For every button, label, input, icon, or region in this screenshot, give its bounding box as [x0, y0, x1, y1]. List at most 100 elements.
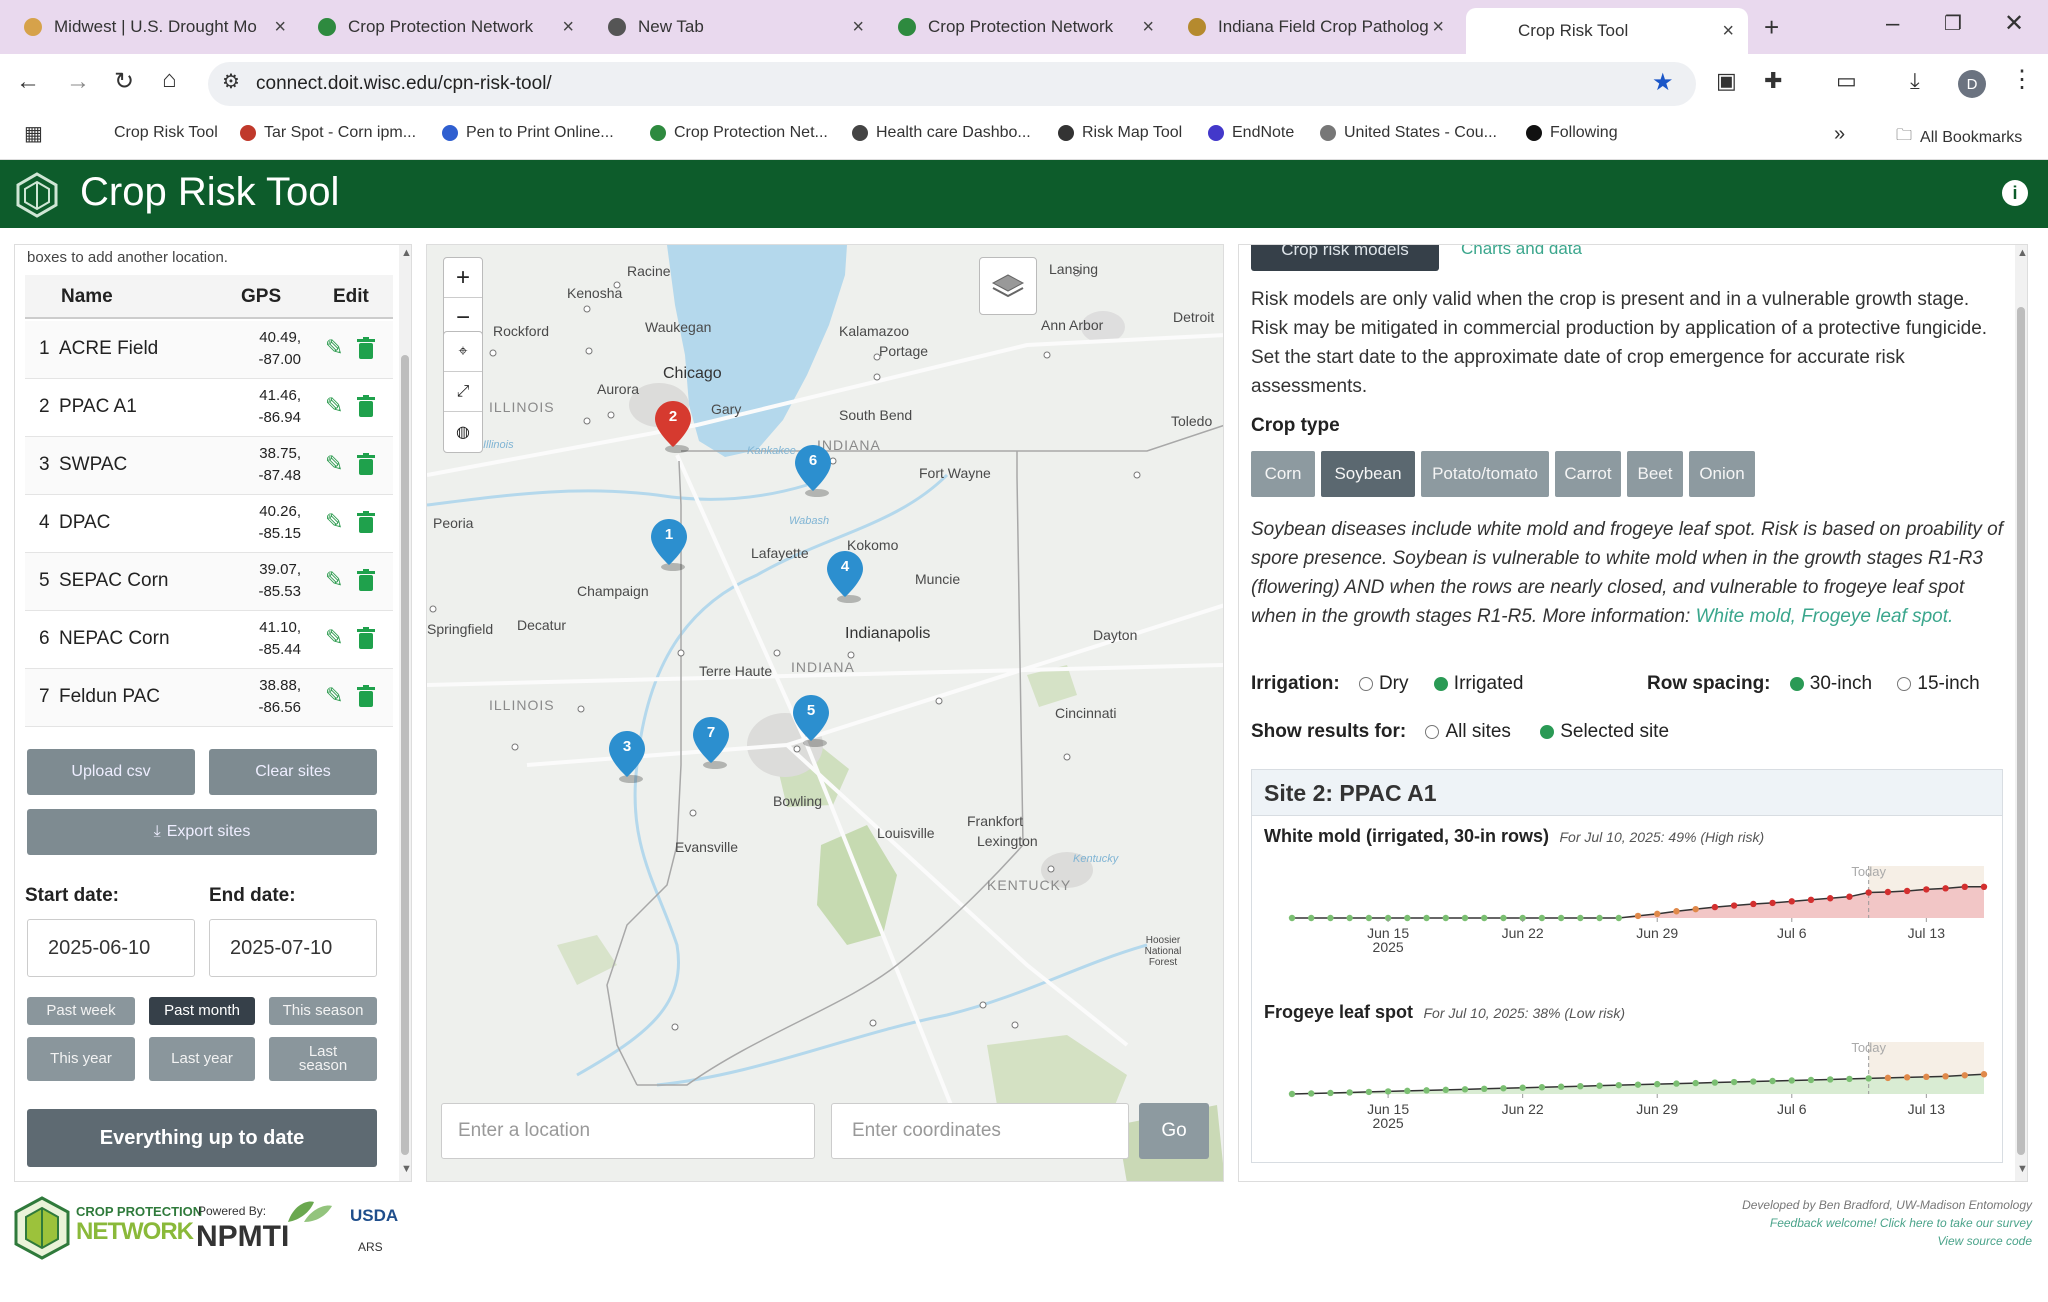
bookmark-item[interactable]: Crop Risk Tool [114, 124, 218, 142]
bookmark-item[interactable]: Health care Dashbo... [852, 124, 1031, 142]
menu-kebab-icon[interactable]: ⋮ [2010, 68, 2034, 92]
delete-trash-icon[interactable] [357, 569, 375, 591]
end-date-input[interactable]: 2025-07-10 [209, 919, 377, 977]
site-row[interactable]: 5 SEPAC Corn 39.07, -85.53 ✎ [25, 553, 393, 611]
address-bar[interactable]: ⚙ connect.doit.wisc.edu/cpn-risk-tool/ ★ [208, 62, 1696, 106]
export-sites-button[interactable]: ⤓ Export sites [27, 809, 377, 855]
crop-corn-button[interactable]: Corn [1251, 451, 1315, 497]
site-row[interactable]: 3 SWPAC 38.75, -87.48 ✎ [25, 437, 393, 495]
translate-icon[interactable]: ▣ [1716, 70, 1737, 92]
preset-past-week[interactable]: Past week [27, 997, 135, 1025]
scroll-up-icon[interactable]: ▲ [401, 247, 411, 259]
browser-tab[interactable]: Indiana Field Crop Patholog × [1176, 8, 1458, 46]
feedback-link[interactable]: Feedback welcome! Click here to take our… [1770, 1216, 2032, 1230]
view-source-link[interactable]: View source code [1938, 1234, 2033, 1248]
bookmark-item[interactable]: Following [1526, 124, 1618, 142]
browser-tab[interactable]: Crop Protection Network × [886, 8, 1168, 46]
tab-close-icon[interactable]: × [562, 16, 574, 39]
bookmark-item[interactable]: EndNote [1208, 124, 1294, 142]
frogeye-link[interactable]: Frogeye leaf spot. [1801, 606, 1953, 627]
irrigation-irrigated-option[interactable]: Irrigated [1433, 673, 1524, 694]
reload-icon[interactable]: ↻ [114, 70, 134, 94]
irrigation-dry-option[interactable]: Dry [1358, 673, 1409, 694]
delete-trash-icon[interactable] [357, 395, 375, 417]
tab-close-icon[interactable]: × [1432, 16, 1444, 39]
crop-onion-button[interactable]: Onion [1689, 451, 1755, 497]
status-button[interactable]: Everything up to date [27, 1109, 377, 1167]
edit-pencil-icon[interactable]: ✎ [325, 335, 343, 361]
map-marker-5[interactable]: 5 [791, 693, 831, 747]
map-marker-7[interactable]: 7 [691, 715, 731, 769]
map-marker-6[interactable]: 6 [793, 443, 833, 497]
row-30-option[interactable]: 30-inch [1789, 673, 1872, 694]
preset-past-month[interactable]: Past month [149, 997, 255, 1025]
forward-icon[interactable]: → [66, 70, 90, 94]
download-icon[interactable]: ⤓ [1910, 70, 1920, 92]
preset-last-year[interactable]: Last year [149, 1037, 255, 1081]
bookmark-item[interactable]: Pen to Print Online... [442, 124, 614, 142]
location-search-input[interactable]: Enter a location [441, 1103, 815, 1159]
profile-avatar[interactable]: D [1958, 70, 1986, 98]
bookmarks-overflow-icon[interactable]: » [1834, 124, 1845, 144]
show-selected-site-option[interactable]: Selected site [1540, 721, 1669, 742]
home-icon[interactable]: ⌂ [162, 68, 177, 92]
coordinates-input[interactable]: Enter coordinates [831, 1103, 1129, 1159]
tab-crop-risk-models[interactable]: Crop risk models [1251, 245, 1439, 271]
show-all-sites-option[interactable]: All sites [1425, 721, 1511, 742]
cast-icon[interactable]: ▭ [1836, 70, 1857, 92]
close-window-icon[interactable]: ✕ [2004, 12, 2024, 36]
map-marker-4[interactable]: 4 [825, 549, 865, 603]
browser-tab[interactable]: Crop Protection Network × [306, 8, 588, 46]
tab-close-icon[interactable]: × [274, 16, 286, 39]
crop-soybean-button[interactable]: Soybean [1321, 451, 1415, 497]
edit-pencil-icon[interactable]: ✎ [325, 509, 343, 535]
site-row[interactable]: 4 DPAC 40.26, -85.15 ✎ [25, 495, 393, 553]
bookmark-item[interactable]: United States - Cou... [1320, 124, 1497, 142]
right-scrollbar-thumb[interactable] [2017, 307, 2025, 1155]
delete-trash-icon[interactable] [357, 337, 375, 359]
locate-icon[interactable]: ⌖ [444, 332, 482, 372]
info-icon[interactable]: i [2002, 180, 2028, 206]
scroll-down-icon[interactable]: ▼ [2017, 1163, 2027, 1175]
back-icon[interactable]: ← [16, 70, 40, 94]
crop-potato-tomato-button[interactable]: Potato/tomato [1421, 451, 1549, 497]
tab-close-icon[interactable]: × [1142, 16, 1154, 39]
all-bookmarks[interactable]: 🗀 All Bookmarks [1896, 124, 2022, 151]
map-marker-1[interactable]: 1 [649, 517, 689, 571]
map-marker-2[interactable]: 2 [653, 399, 693, 453]
go-button[interactable]: Go [1139, 1103, 1209, 1159]
apps-grid-icon[interactable]: ▦ [24, 124, 43, 144]
minimize-icon[interactable]: – [1886, 12, 1899, 36]
clear-sites-button[interactable]: Clear sites [209, 749, 377, 795]
bookmark-item[interactable]: Tar Spot - Corn ipm... [240, 124, 416, 142]
scroll-up-icon[interactable]: ▲ [2017, 247, 2027, 259]
browser-tab-active[interactable]: Crop Risk Tool × [1466, 8, 1748, 54]
site-row[interactable]: 2 PPAC A1 41.46, -86.94 ✎ [25, 379, 393, 437]
bookmark-star-icon[interactable]: ★ [1652, 71, 1674, 95]
restore-icon[interactable]: ❐ [1944, 14, 1962, 34]
delete-trash-icon[interactable] [357, 511, 375, 533]
map-marker-3[interactable]: 3 [607, 729, 647, 783]
preset-last-season[interactable]: Last season [269, 1037, 377, 1081]
browser-tab[interactable]: New Tab × [596, 8, 878, 46]
edit-pencil-icon[interactable]: ✎ [325, 625, 343, 651]
developer-credit-text[interactable]: Developed by Ben Bradford, UW-Madison En… [1742, 1198, 2032, 1212]
delete-trash-icon[interactable] [357, 685, 375, 707]
preset-this-year[interactable]: This year [27, 1037, 135, 1081]
edit-pencil-icon[interactable]: ✎ [325, 393, 343, 419]
edit-pencil-icon[interactable]: ✎ [325, 683, 343, 709]
tab-close-icon[interactable]: × [1722, 20, 1734, 43]
crop-carrot-button[interactable]: Carrot [1555, 451, 1621, 497]
site-row[interactable]: 1 ACRE Field 40.49, -87.00 ✎ [25, 321, 393, 379]
start-date-input[interactable]: 2025-06-10 [27, 919, 195, 977]
edit-pencil-icon[interactable]: ✎ [325, 451, 343, 477]
white-mold-link[interactable]: White mold, [1696, 606, 1796, 627]
tab-charts-and-data[interactable]: Charts and data [1461, 245, 1582, 259]
tab-close-icon[interactable]: × [852, 16, 864, 39]
edit-pencil-icon[interactable]: ✎ [325, 567, 343, 593]
url-text[interactable]: connect.doit.wisc.edu/cpn-risk-tool/ [256, 73, 552, 95]
bookmark-item[interactable]: Risk Map Tool [1058, 124, 1182, 142]
upload-csv-button[interactable]: Upload csv [27, 749, 195, 795]
crop-beet-button[interactable]: Beet [1627, 451, 1683, 497]
site-row[interactable]: 7 Feldun PAC 38.88, -86.56 ✎ [25, 669, 393, 727]
